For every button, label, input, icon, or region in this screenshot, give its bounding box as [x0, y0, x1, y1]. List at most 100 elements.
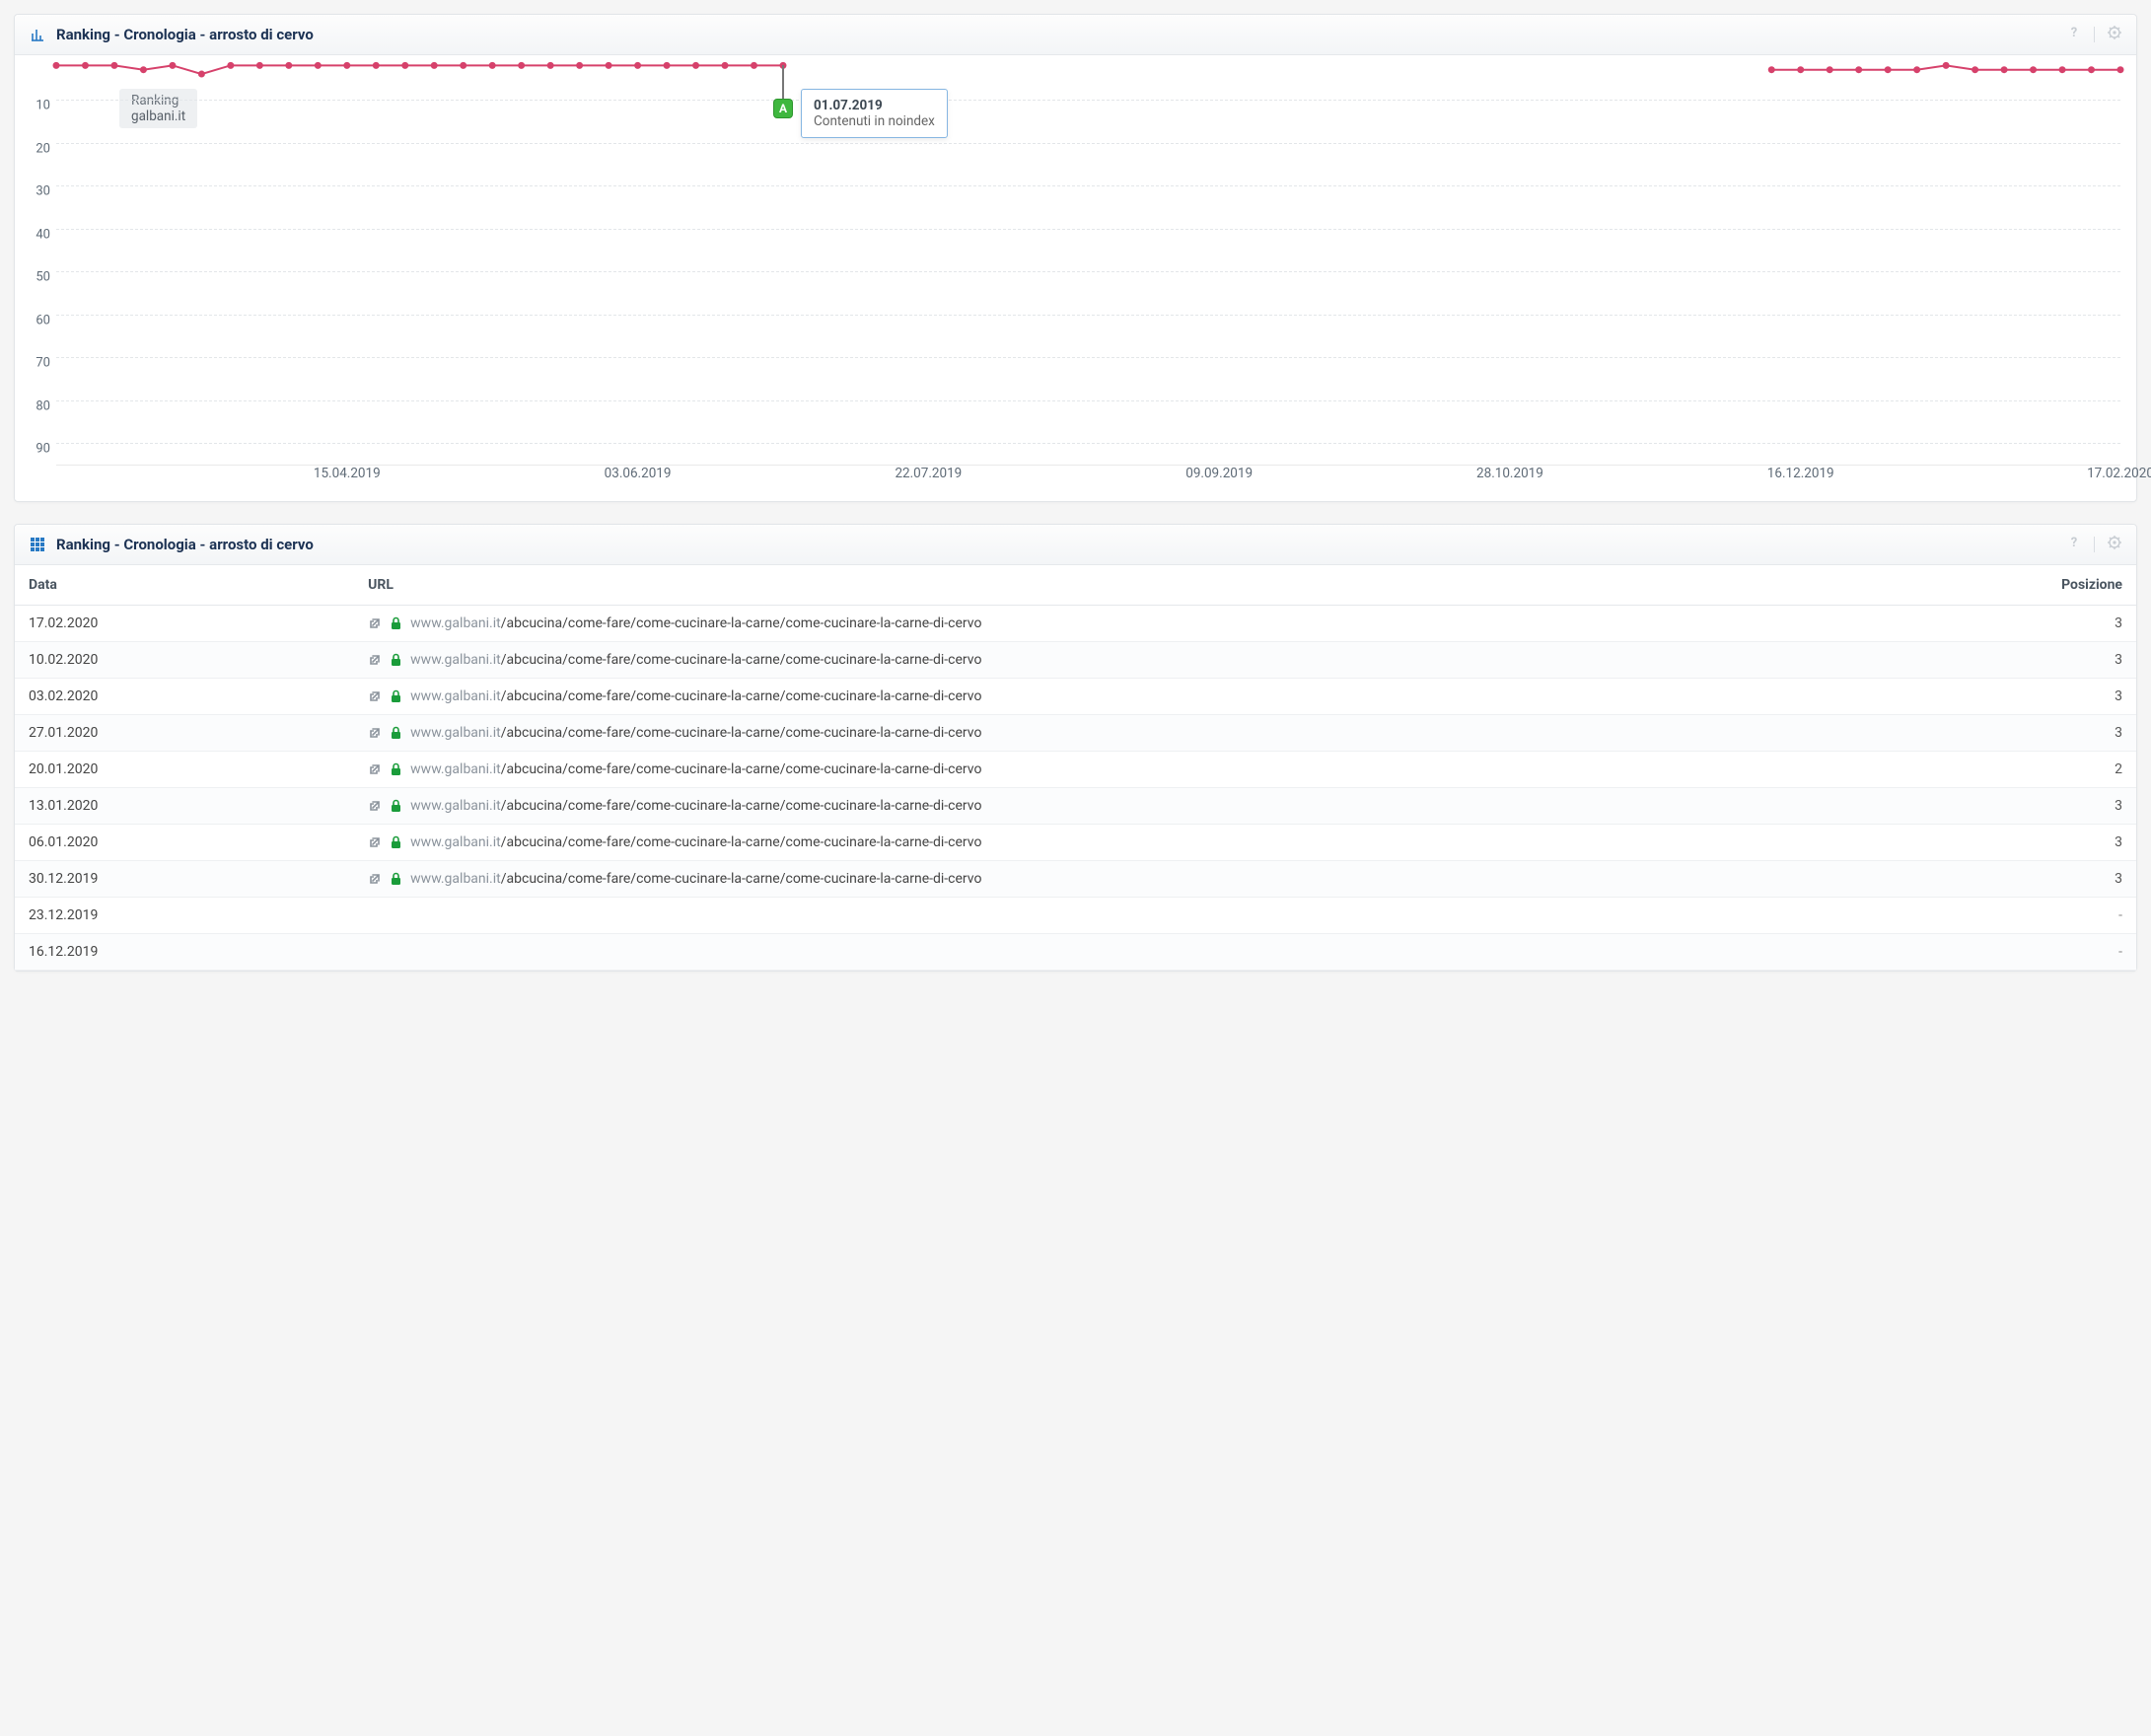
table-row[interactable]: 03.02.2020www.galbani.it/abcucina/come-f… — [15, 679, 2136, 715]
table-panel-header: Ranking - Cronologia - arrosto di cervo … — [15, 525, 2136, 565]
data-point[interactable] — [198, 71, 205, 78]
data-point[interactable] — [576, 62, 583, 69]
table-row[interactable]: 20.01.2020www.galbani.it/abcucina/come-f… — [15, 752, 2136, 788]
gridline — [56, 185, 2120, 186]
data-point[interactable] — [343, 62, 350, 69]
table-row[interactable]: 23.12.2019- — [15, 898, 2136, 934]
url-text[interactable]: www.galbani.it/abcucina/come-fare/come-c… — [410, 688, 981, 704]
annotation-tooltip: 01.07.2019Contenuti in noindex — [801, 89, 948, 138]
cell-date: 30.12.2019 — [15, 861, 354, 898]
data-point[interactable] — [1972, 66, 1978, 73]
url-text[interactable]: www.galbani.it/abcucina/come-fare/come-c… — [410, 615, 981, 631]
data-point[interactable] — [1885, 66, 1892, 73]
url-text[interactable]: www.galbani.it/abcucina/come-fare/come-c… — [410, 725, 981, 741]
url-text[interactable]: www.galbani.it/abcucina/come-fare/come-c… — [410, 798, 981, 814]
gear-icon[interactable] — [2107, 535, 2122, 554]
cell-url: www.galbani.it/abcucina/come-fare/come-c… — [354, 825, 1924, 861]
data-point[interactable] — [401, 62, 408, 69]
data-point[interactable] — [315, 62, 322, 69]
data-point[interactable] — [1855, 66, 1862, 73]
data-point[interactable] — [53, 62, 60, 69]
help-icon[interactable]: ? — [2066, 25, 2082, 44]
external-link-icon[interactable] — [368, 616, 382, 630]
col-url[interactable]: URL — [354, 565, 1924, 606]
data-point[interactable] — [2117, 66, 2124, 73]
y-tick-label: 60 — [21, 313, 50, 327]
cell-date: 10.02.2020 — [15, 642, 354, 679]
col-position[interactable]: Posizione — [1924, 565, 2136, 606]
data-point[interactable] — [489, 62, 496, 69]
data-point[interactable] — [140, 66, 147, 73]
table-row[interactable]: 17.02.2020www.galbani.it/abcucina/come-f… — [15, 606, 2136, 642]
cell-position: - — [1924, 898, 2136, 934]
data-point[interactable] — [1913, 66, 1920, 73]
table-row[interactable]: 27.01.2020www.galbani.it/abcucina/come-f… — [15, 715, 2136, 752]
y-tick-label: 80 — [21, 398, 50, 413]
chart-panel: Ranking - Cronologia - arrosto di cervo … — [14, 14, 2137, 502]
data-point[interactable] — [692, 62, 699, 69]
data-point[interactable] — [256, 62, 263, 69]
y-tick-label: 50 — [21, 270, 50, 285]
y-tick-label: 40 — [21, 227, 50, 242]
data-point[interactable] — [2030, 66, 2037, 73]
table-row[interactable]: 10.02.2020 www.galbani.it/abcucina/come-f… — [15, 642, 2136, 679]
data-point[interactable] — [1943, 62, 1950, 69]
gridline — [56, 315, 2120, 316]
cell-url: www.galbani.it/abcucina/come-fare/come-c… — [354, 606, 1924, 642]
help-icon[interactable]: ? — [2066, 535, 2082, 554]
data-point[interactable] — [606, 62, 612, 69]
data-point[interactable] — [82, 62, 89, 69]
url-text[interactable]: www.galbani.it/abcucina/come-fare/come-c… — [410, 871, 981, 887]
cell-url: www.galbani.it/abcucina/come-fare/come-c… — [354, 861, 1924, 898]
data-point[interactable] — [285, 62, 292, 69]
chart-plot[interactable]: Ranking galbani.it A01.07.2019Contenuti … — [56, 61, 2120, 466]
x-tick-label: 17.02.2020 — [2087, 466, 2151, 481]
annotation-marker[interactable]: A — [773, 99, 793, 118]
cell-position: 3 — [1924, 788, 2136, 825]
y-tick-label: 20 — [21, 141, 50, 156]
data-point[interactable] — [1768, 66, 1775, 73]
url-text[interactable]: www.galbani.it/abcucina/come-fare/come-c… — [410, 761, 981, 777]
data-point[interactable] — [664, 62, 671, 69]
data-point[interactable] — [110, 62, 117, 69]
gear-icon[interactable] — [2107, 25, 2122, 44]
cell-position: 3 — [1924, 715, 2136, 752]
ranking-table: Data URL Posizione 17.02.2020www.galbani… — [15, 565, 2136, 971]
cell-url: www.galbani.it/abcucina/come-fare/come-c… — [354, 642, 1924, 679]
table-row[interactable]: 06.01.2020www.galbani.it/abcucina/come-f… — [15, 825, 2136, 861]
external-link-icon[interactable] — [368, 835, 382, 849]
data-point[interactable] — [2088, 66, 2095, 73]
url-text[interactable]: www.galbani.it/abcucina/come-fare/come-c… — [410, 834, 981, 850]
data-point[interactable] — [460, 62, 466, 69]
external-link-icon[interactable] — [368, 653, 382, 667]
data-point[interactable] — [373, 62, 380, 69]
external-link-icon[interactable] — [368, 872, 382, 886]
col-date[interactable]: Data — [15, 565, 354, 606]
data-point[interactable] — [547, 62, 554, 69]
cell-position: 3 — [1924, 861, 2136, 898]
table-row[interactable]: 13.01.2020www.galbani.it/abcucina/come-f… — [15, 788, 2136, 825]
gridline — [56, 400, 2120, 401]
data-point[interactable] — [2001, 66, 2008, 73]
data-point[interactable] — [634, 62, 641, 69]
table-row[interactable]: 30.12.2019 www.galbani.it/abcucina/come-f… — [15, 861, 2136, 898]
data-point[interactable] — [518, 62, 525, 69]
external-link-icon[interactable] — [368, 799, 382, 813]
data-point[interactable] — [169, 62, 176, 69]
bar-chart-icon — [29, 26, 46, 43]
data-point[interactable] — [431, 62, 438, 69]
table-row[interactable]: 16.12.2019- — [15, 934, 2136, 971]
data-point[interactable] — [1797, 66, 1804, 73]
data-point[interactable] — [1827, 66, 1833, 73]
data-point[interactable] — [751, 62, 757, 69]
data-point[interactable] — [2059, 66, 2066, 73]
url-text[interactable]: www.galbani.it/abcucina/come-fare/come-c… — [410, 652, 981, 668]
external-link-icon[interactable] — [368, 762, 382, 776]
external-link-icon[interactable] — [368, 726, 382, 740]
x-tick-label: 22.07.2019 — [895, 466, 962, 481]
chart-title: Ranking - Cronologia - arrosto di cervo — [56, 26, 2066, 43]
cell-position: 3 — [1924, 825, 2136, 861]
external-link-icon[interactable] — [368, 689, 382, 703]
data-point[interactable] — [722, 62, 729, 69]
data-point[interactable] — [227, 62, 234, 69]
